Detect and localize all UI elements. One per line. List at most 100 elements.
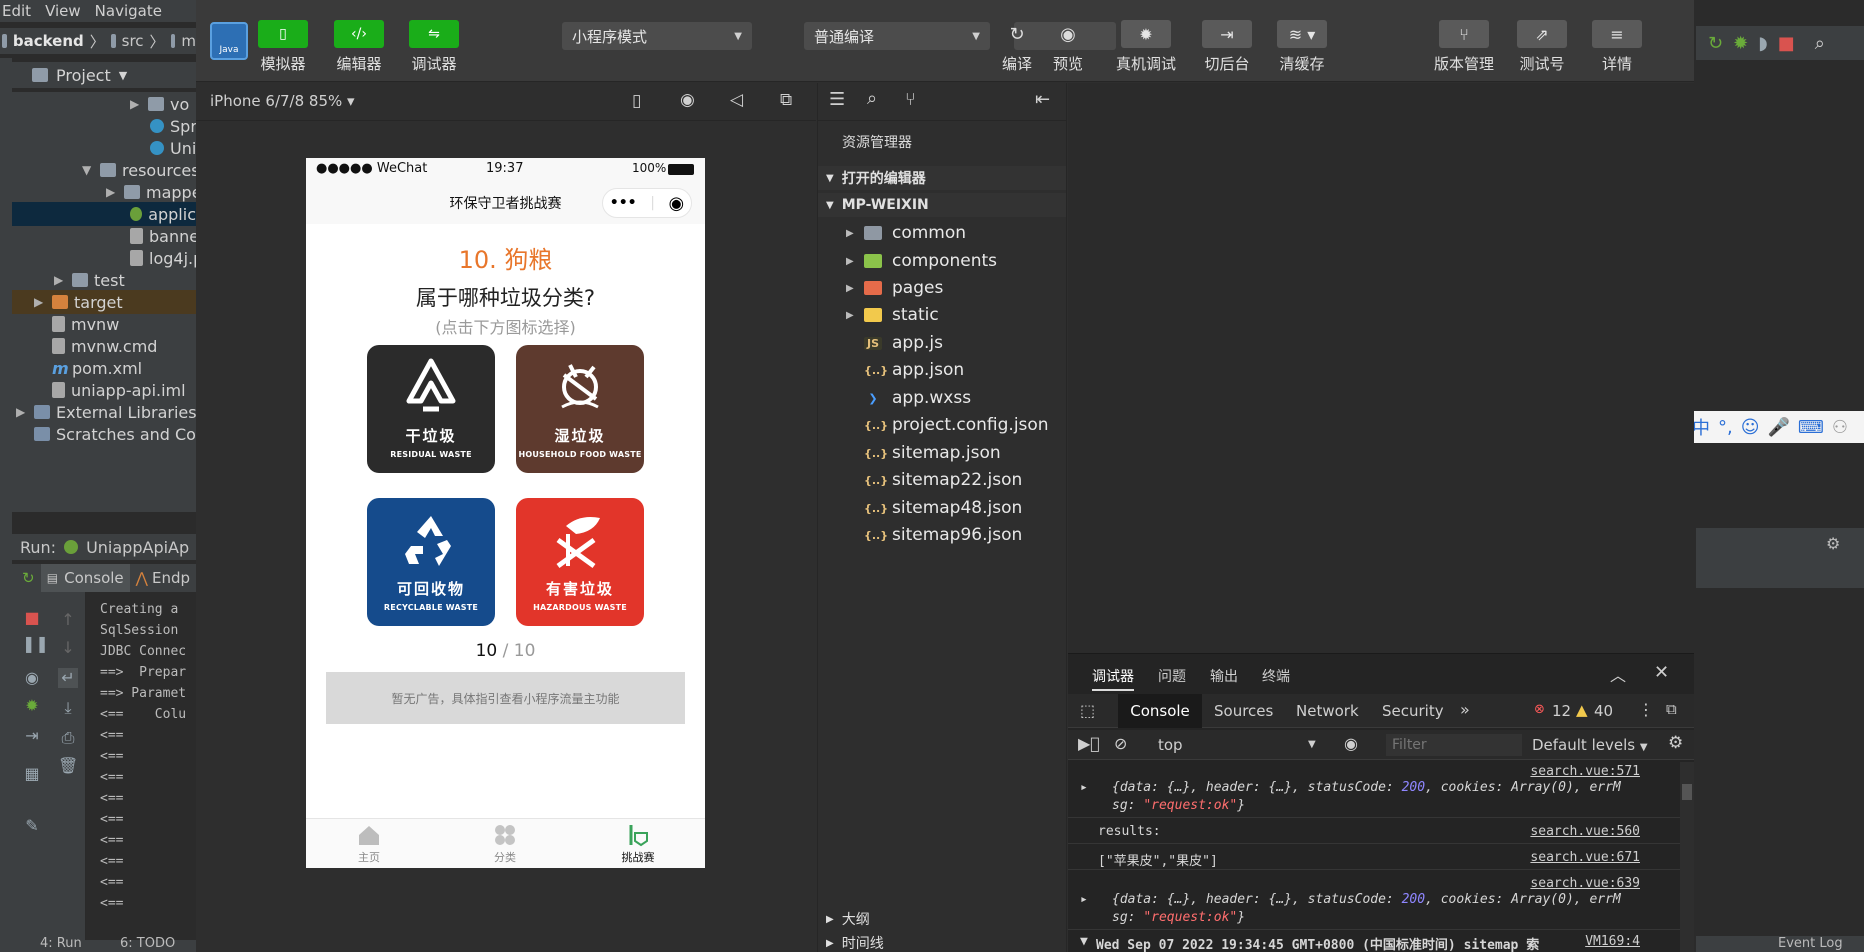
user-icon[interactable]: ⚇	[1832, 417, 1848, 438]
collapse-panel-icon[interactable]: ⇤	[1035, 89, 1050, 110]
tree-item[interactable]: Spr	[150, 114, 196, 138]
tree-item[interactable]: mvnw.cmd	[52, 334, 157, 358]
status-todo[interactable]: 6: TODO	[120, 936, 175, 951]
camera-icon[interactable]: ◉	[22, 668, 42, 688]
open-editors-section[interactable]: ▼ 打开的编辑器	[818, 166, 1066, 190]
rerun-icon[interactable]: ↻	[12, 569, 41, 587]
tree-item[interactable]: Scratches and Con	[34, 422, 196, 446]
log-source-link[interactable]: VM169:4	[1585, 934, 1640, 949]
event-log[interactable]: Event Log	[1778, 936, 1843, 951]
tree-item[interactable]: Uni	[150, 136, 196, 160]
punctuation-icon[interactable]: °,	[1718, 417, 1733, 438]
tree-item[interactable]: ▶ External Libraries	[16, 400, 196, 424]
expand-arrow-icon[interactable]: ▸	[1080, 892, 1088, 907]
tab-debugger[interactable]: 调试器	[1092, 666, 1134, 691]
file-sitemap-json[interactable]: {..} sitemap.json	[864, 440, 1001, 466]
pin-icon[interactable]: ✎	[22, 816, 42, 836]
tab-console[interactable]: ▤ Console	[40, 564, 130, 592]
breadcrumb-project[interactable]: backend	[13, 32, 84, 50]
capsule-menu[interactable]: ••• | ◉	[602, 188, 692, 218]
chevron-up-icon[interactable]: ︿	[1610, 662, 1626, 686]
log-source-link[interactable]: search.vue:639	[1530, 876, 1640, 891]
folder-common[interactable]: ▶ common	[846, 220, 966, 246]
error-count[interactable]: 12	[1552, 702, 1571, 720]
log-object[interactable]: {data: {…}, header: {…}, statusCode: 200…	[1112, 892, 1621, 907]
menu-view[interactable]: View	[45, 2, 81, 20]
tree-item[interactable]: mvnw	[52, 312, 119, 336]
microphone-icon[interactable]: 🎤	[1768, 417, 1790, 438]
tree-item[interactable]: ▶ vo	[130, 92, 189, 116]
breadcrumb-src[interactable]: src	[122, 32, 144, 50]
menu-edit[interactable]: Edit	[2, 2, 31, 20]
pause-icon[interactable]: ❚❚	[22, 634, 49, 654]
tree-item[interactable]: m pom.xml	[52, 356, 142, 380]
tree-item[interactable]: log4j.p	[130, 246, 196, 270]
warning-count[interactable]: 40	[1594, 702, 1613, 720]
device-select[interactable]: iPhone 6/7/8 85% ▾	[210, 92, 355, 110]
tab-challenge[interactable]: 挑战赛	[608, 823, 668, 865]
close-icon[interactable]: ✕	[1654, 662, 1669, 683]
close-target-icon[interactable]: ◉	[668, 193, 684, 214]
expand-arrow-icon[interactable]: ▸	[1080, 780, 1088, 795]
stop-icon[interactable]: ■	[1778, 33, 1795, 54]
keyboard-icon[interactable]: ⌨	[1798, 417, 1824, 438]
tree-item-selected[interactable]: applic	[12, 202, 196, 226]
folder-pages[interactable]: ▶ pages	[846, 275, 943, 301]
expand-down-icon[interactable]: ▼	[1080, 934, 1088, 949]
new-window-icon[interactable]: ⧉	[780, 90, 792, 110]
mode-select[interactable]: 小程序模式 ▼	[562, 22, 752, 50]
tree-item[interactable]: uniapp-api.iml	[52, 378, 186, 402]
background-button[interactable]: ⇥ 切后台	[1202, 20, 1252, 74]
filter-input[interactable]	[1386, 734, 1522, 756]
tree-item[interactable]: ▶ test	[54, 268, 125, 292]
log-levels-select[interactable]: Default levels ▼	[1532, 736, 1648, 754]
tab-security[interactable]: Security	[1382, 702, 1444, 720]
tree-item[interactable]: banne	[130, 224, 196, 248]
stop-icon[interactable]: ■	[22, 608, 42, 628]
inspect-icon[interactable]: ⬚	[1080, 701, 1095, 720]
status-run[interactable]: 4: Run	[40, 936, 82, 951]
search-icon[interactable]: ⌕	[1815, 33, 1825, 54]
bin-hazardous-waste[interactable]: 有害垃圾 HAZARDOUS WASTE	[516, 498, 644, 626]
volume-icon[interactable]: ◁	[730, 90, 743, 110]
debug-icon[interactable]: ✹	[1733, 33, 1748, 54]
simulator-button[interactable]: ▯ 模拟器	[258, 20, 308, 74]
log-source-link[interactable]: search.vue:671	[1530, 850, 1640, 865]
run-config-tab[interactable]: UniappApiAp	[86, 538, 189, 557]
kebab-menu-icon[interactable]: ⋮	[1638, 700, 1654, 719]
file-sitemap48-json[interactable]: {..} sitemap48.json	[864, 495, 1022, 521]
eye-icon[interactable]: ◉	[1344, 734, 1358, 753]
details-button[interactable]: ≡ 详情	[1592, 20, 1642, 74]
phone-icon[interactable]: ▯	[632, 91, 641, 111]
log-object[interactable]: {data: {…}, header: {…}, statusCode: 200…	[1112, 780, 1621, 795]
search-icon[interactable]: ⌕	[867, 88, 877, 109]
test-account-button[interactable]: ⇗ 测试号	[1517, 20, 1567, 74]
compile-button[interactable]: ↻ 编译	[999, 20, 1035, 74]
coverage-icon[interactable]: ◗	[1758, 33, 1767, 54]
breadcrumb-m[interactable]: m	[181, 32, 196, 50]
user-avatar[interactable]: Java	[210, 22, 248, 60]
file-app-js[interactable]: JS app.js	[864, 330, 943, 356]
tab-category[interactable]: 分类	[475, 823, 535, 865]
project-section[interactable]: ▼ MP-WEIXIN	[818, 193, 1066, 217]
exit-icon[interactable]: ⇥	[22, 726, 42, 746]
menu-navigate[interactable]: Navigate	[95, 2, 162, 20]
tab-network[interactable]: Network	[1296, 702, 1359, 720]
tab-endpoints[interactable]: ⋀ Endp	[130, 569, 196, 587]
sidebar-toggle-icon[interactable]: ▶⃞	[1078, 734, 1100, 753]
project-panel-header[interactable]: Project ▼	[12, 62, 196, 88]
arrow-down-icon[interactable]: ↓	[58, 638, 78, 658]
tab-output[interactable]: 输出	[1210, 666, 1238, 686]
editor-button[interactable]: ‹/› 编辑器	[334, 20, 384, 74]
tree-item[interactable]: ▼ resources	[82, 158, 196, 182]
dock-icon[interactable]: ⧉	[1666, 700, 1677, 718]
branch-icon[interactable]: ⑂	[905, 89, 916, 110]
trash-icon[interactable]: 🗑	[58, 756, 78, 776]
rerun-icon[interactable]: ↻	[1708, 33, 1723, 54]
outline-section[interactable]: ▶ 大纲	[818, 907, 1066, 931]
tab-terminal[interactable]: 终端	[1262, 666, 1290, 686]
debug-icon[interactable]: ✹	[22, 696, 42, 716]
list-icon[interactable]: ☰	[829, 89, 845, 110]
file-app-json[interactable]: {..} app.json	[864, 357, 964, 383]
tab-problems[interactable]: 问题	[1158, 666, 1186, 686]
